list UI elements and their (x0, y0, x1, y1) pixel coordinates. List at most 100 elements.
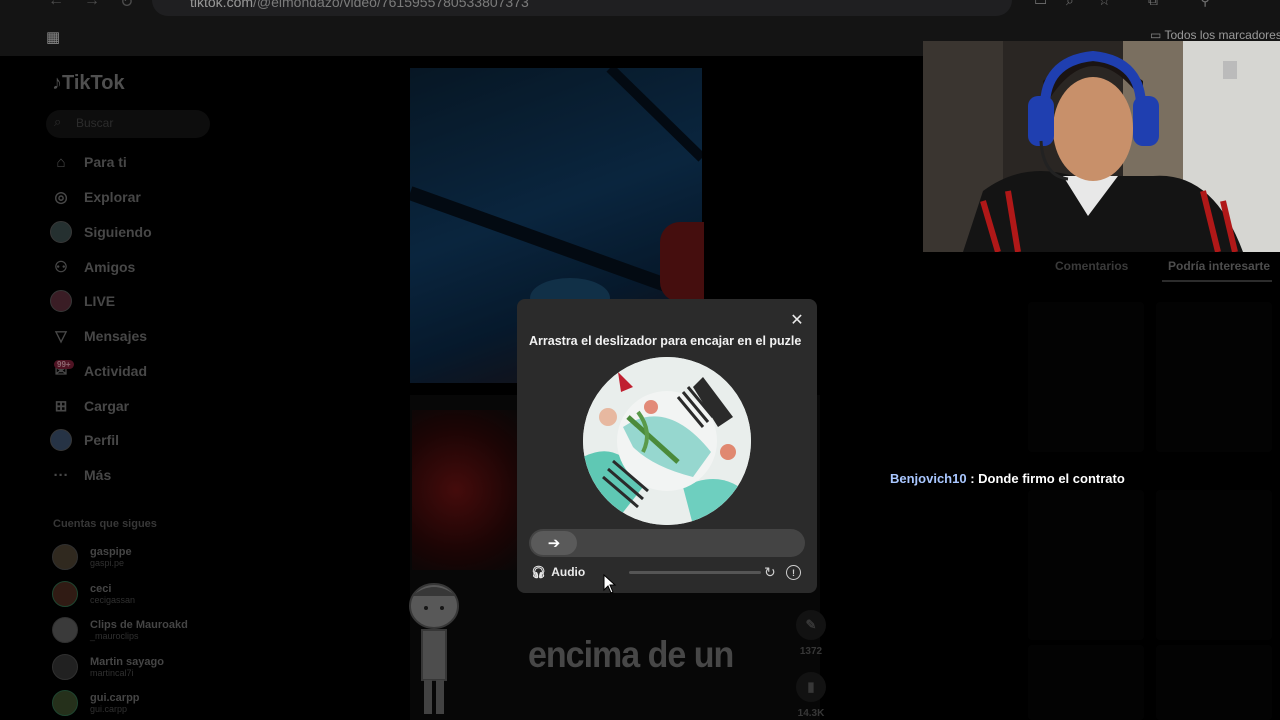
sidebar-item-perfil[interactable]: Perfil (50, 425, 119, 455)
address-text[interactable]: tiktok.com/@elmondazo/video/761595578053… (190, 0, 529, 10)
recommended-video-thumb[interactable] (1028, 302, 1144, 452)
comments-count: 1372 (799, 646, 823, 657)
account-handle: gaspi.pe (90, 558, 125, 568)
extension-icon[interactable]: ⧉ (1148, 0, 1158, 9)
tab-podria-interesarte[interactable]: Podría interesarte (1168, 259, 1270, 273)
info-icon[interactable]: ! (786, 565, 801, 580)
url-path: /@elmondazo/video/7615955780533807373 (253, 0, 529, 10)
sidebar-item-label: Siguiendo (84, 224, 152, 240)
captcha-slider-handle[interactable]: ➔ (531, 531, 577, 555)
more-icon: ··· (53, 466, 69, 484)
chat-separator: : (966, 471, 979, 486)
mouse-cursor-icon (603, 574, 617, 594)
account-name: Martin sayago (90, 656, 164, 668)
search-input[interactable] (46, 110, 210, 138)
apps-grid-icon[interactable]: ▦ (46, 28, 60, 46)
account-name: ceci (90, 583, 112, 595)
messages-icon: ▽ (55, 328, 67, 345)
avatar (52, 581, 78, 607)
video-caption: encima de un (528, 634, 734, 676)
tiktok-logo[interactable]: ♪TikTok (52, 72, 125, 95)
sidebar-item-label: Perfil (84, 432, 120, 448)
tiktok-note-icon: ♪ (52, 72, 62, 94)
avatar (52, 617, 78, 643)
recommended-video-thumb[interactable] (1028, 645, 1144, 720)
sidebar-item-explorar[interactable]: ◎ Explorar (50, 182, 141, 212)
account-item[interactable]: ceci cecigassan (52, 577, 135, 611)
zoom-icon[interactable]: ⌕ (1066, 0, 1074, 9)
save-button[interactable]: ▮ 14.3K (796, 672, 826, 719)
sidebar-item-label: Más (84, 467, 112, 483)
puzzle-graphic (583, 357, 751, 525)
avatar (52, 654, 78, 680)
recommended-video-thumb[interactable] (1156, 645, 1272, 720)
sidebar-item-label: Actividad (84, 363, 148, 379)
sidebar-item-siguiendo[interactable]: Siguiendo (50, 217, 152, 247)
captcha-puzzle-image (583, 357, 751, 525)
webcam-overlay (923, 41, 1280, 252)
star-icon[interactable]: ☆ (1098, 0, 1111, 9)
account-name: gaspipe (90, 546, 132, 558)
headphones-icon: 🎧︎ (531, 565, 547, 579)
sidebar-item-label: Explorar (84, 189, 141, 205)
sidebar-item-mensajes[interactable]: ▽ Mensajes (50, 321, 147, 351)
back-icon[interactable]: ← (48, 0, 64, 10)
account-handle: cecigassan (90, 595, 136, 605)
all-bookmarks-button[interactable]: ▭ Todos los marcadores (1150, 28, 1280, 42)
reload-icon[interactable]: ↻ (120, 0, 133, 12)
sidebar-item-para-ti[interactable]: ⌂ Para ti (50, 147, 127, 177)
sidebar-item-label: Cargar (84, 398, 130, 414)
comments-button[interactable]: ✎ 1372 (796, 610, 826, 657)
account-item[interactable]: Clips de Mauroakd _mauroclips (52, 613, 188, 647)
recommended-video-thumb[interactable] (1156, 490, 1272, 640)
captcha-footer-text-blur (629, 571, 761, 574)
bookmarks-label: Todos los marcadores (1164, 28, 1280, 42)
stream-chat-message: Benjovich10 : Donde firmo el contrato (890, 471, 1125, 486)
live-icon (50, 290, 72, 312)
cast-icon[interactable]: ▭ (1034, 0, 1047, 9)
refresh-icon[interactable]: ↻ (764, 564, 776, 581)
video-red-object (660, 222, 704, 302)
search-placeholder: Buscar (76, 116, 114, 130)
compass-icon: ◎ (54, 189, 68, 206)
account-handle: gui.carpp (90, 704, 128, 714)
audio-captcha-button[interactable]: 🎧︎ Audio (531, 565, 585, 579)
cartoon-character (409, 583, 459, 714)
sidebar-item-cargar[interactable]: ⊞ Cargar (50, 391, 129, 421)
recommended-video-thumb[interactable] (1028, 490, 1144, 640)
comment-icon: ✎ (796, 610, 826, 640)
extension-icon[interactable]: ⚲ (1200, 0, 1210, 9)
video-car (412, 410, 522, 570)
search-icon: ⌕ (54, 114, 62, 129)
sidebar-item-amigos[interactable]: ⚇ Amigos (50, 252, 135, 282)
close-icon[interactable]: ✕ (786, 309, 808, 331)
account-name: Clips de Mauroakd (90, 619, 188, 631)
chat-username: Benjovich10 (890, 471, 967, 486)
forward-icon[interactable]: → (84, 0, 100, 10)
sidebar-item-mas[interactable]: ··· Más (50, 460, 112, 490)
upload-icon: ⊞ (54, 398, 68, 415)
recommended-video-thumb[interactable] (1156, 302, 1272, 452)
sidebar-item-live[interactable]: LIVE (50, 286, 115, 316)
sidebar-item-label: Para ti (84, 154, 127, 170)
account-handle: martincal7i (90, 668, 134, 678)
account-handle: _mauroclips (90, 631, 139, 641)
sidebar-item-label: Amigos (84, 259, 136, 275)
friends-icon: ⚇ (54, 259, 68, 276)
tab-comments[interactable]: Comentarios (1055, 259, 1128, 273)
home-icon: ⌂ (56, 153, 66, 171)
webcam-feed (923, 41, 1280, 252)
sidebar-item-label: Mensajes (84, 328, 148, 344)
following-accounts-title: Cuentas que sigues (53, 518, 157, 530)
audio-label: Audio (551, 565, 586, 579)
profile-avatar (50, 429, 72, 451)
activity-badge: 99+ (54, 360, 74, 369)
sidebar-item-label: LIVE (84, 293, 116, 309)
bookmark-icon: ▮ (796, 672, 826, 702)
url-host: tiktok.com (190, 0, 254, 10)
account-item[interactable]: gaspipe gaspi.pe (52, 540, 132, 574)
folder-icon: ▭ (1150, 28, 1165, 42)
account-item[interactable]: gui.carpp gui.carpp (52, 686, 140, 720)
avatar (52, 690, 78, 716)
account-item[interactable]: Martin sayago martincal7i (52, 650, 164, 684)
